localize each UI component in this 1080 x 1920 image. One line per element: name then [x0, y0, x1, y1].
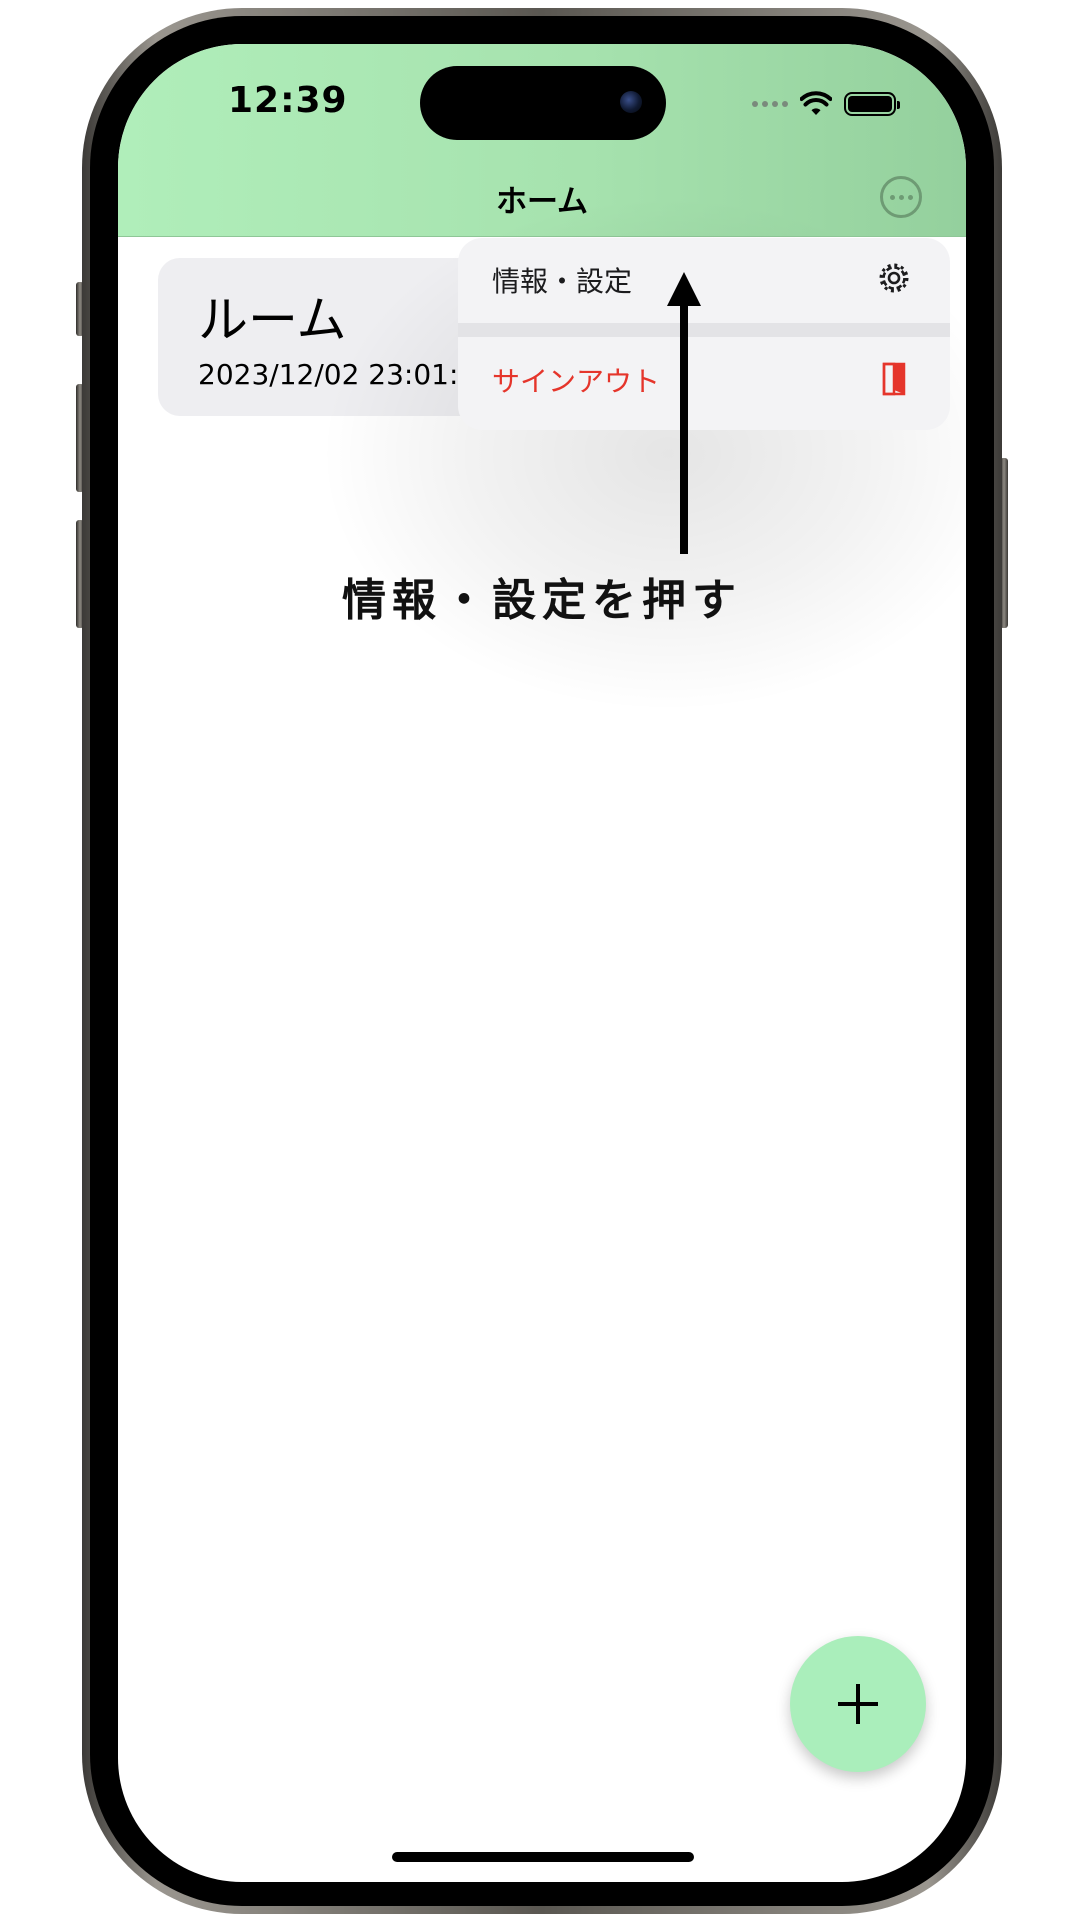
annotation-arrow-icon — [667, 272, 701, 554]
menu-item-label: サインアウト — [492, 365, 661, 398]
status-icons — [752, 84, 900, 124]
dynamic-island — [420, 66, 666, 140]
battery-icon — [844, 92, 900, 116]
home-indicator[interactable] — [392, 1852, 694, 1862]
add-room-button[interactable] — [790, 1636, 926, 1772]
camera-lens-icon — [620, 91, 642, 113]
gear-icon — [879, 263, 909, 293]
room-name: ルーム — [198, 291, 347, 349]
cellular-signal-icon — [752, 101, 788, 107]
annotation-text: 情報・設定を押す — [342, 575, 742, 626]
plus-icon — [838, 1684, 878, 1724]
menu-item-sign-out[interactable]: サインアウト — [458, 338, 950, 420]
menu-item-settings[interactable]: 情報・設定 — [458, 238, 950, 320]
ellipsis-circle-icon[interactable] — [880, 176, 922, 218]
navigation-bar: 12:39 ホーム — [118, 44, 966, 237]
context-menu: 情報・設定 サインアウト — [458, 238, 950, 430]
phone-screen: 12:39 ホーム ルーム 2023/12/02 情報・設定 サインアウト 情報… — [118, 44, 966, 1882]
door-icon — [882, 362, 906, 396]
wifi-icon — [800, 91, 832, 115]
status-time: 12:39 — [228, 80, 348, 121]
menu-item-label: 情報・設定 — [492, 265, 633, 298]
menu-separator — [458, 323, 950, 337]
stage: 12:39 ホーム ルーム 2023/12/02 情報・設定 サインアウト 情報… — [0, 0, 1080, 1920]
